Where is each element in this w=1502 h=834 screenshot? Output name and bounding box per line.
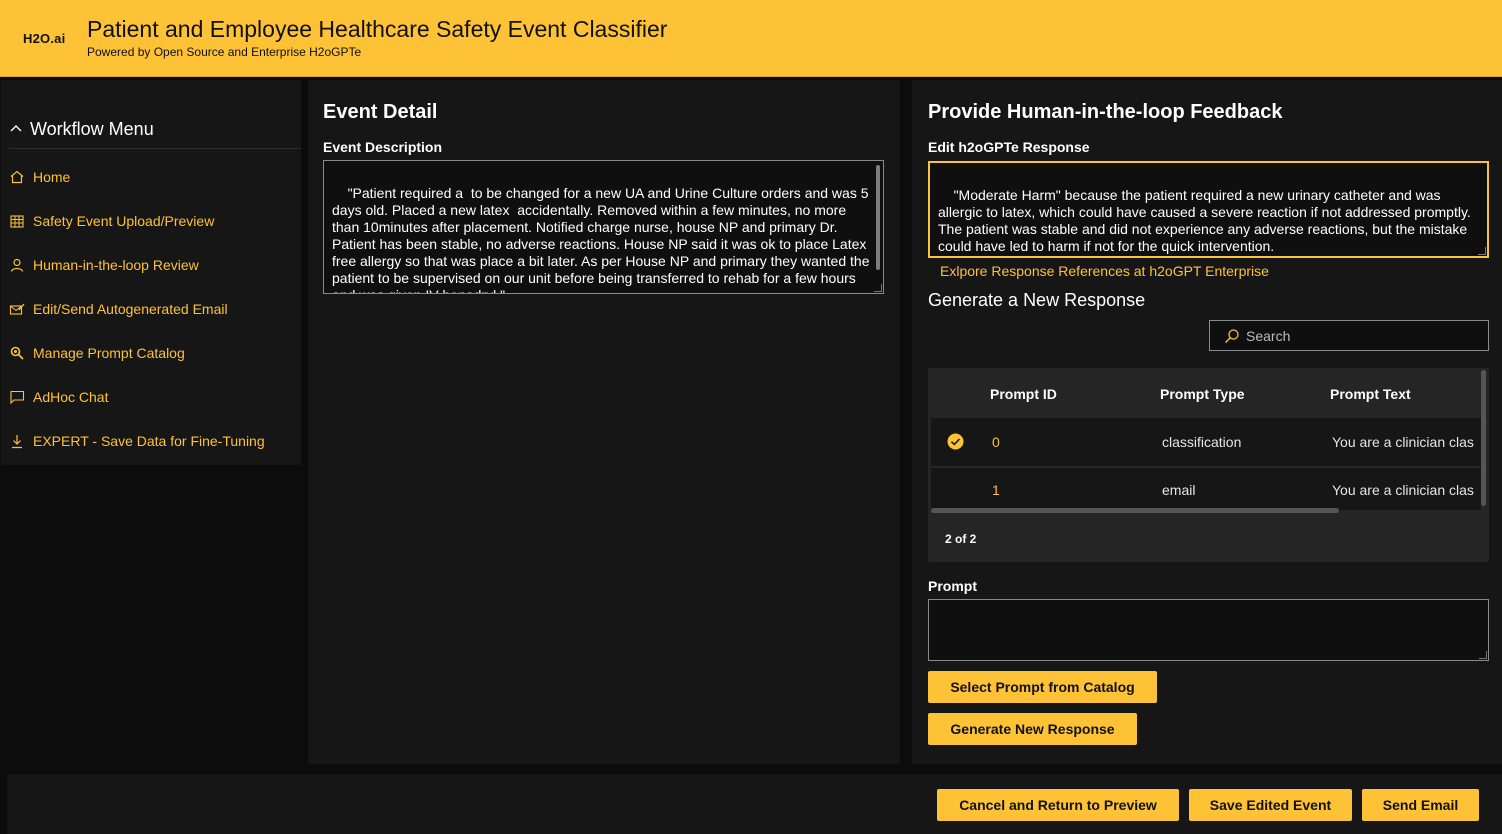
- search-placeholder: Search: [1246, 327, 1291, 344]
- search-gear-icon: [10, 346, 24, 360]
- search-icon: [1225, 328, 1239, 343]
- table-vertical-scrollbar[interactable]: [1481, 370, 1486, 506]
- event-description-text: "Patient required a to be changed for a …: [332, 185, 870, 293]
- prompt-search-input[interactable]: Search: [1209, 320, 1489, 351]
- prompt-type-cell: classification: [1162, 434, 1242, 450]
- sidebar-item-label: EXPERT - Save Data for Fine-Tuning: [33, 433, 265, 449]
- table-pager: 2 of 2: [945, 532, 977, 546]
- resize-grip-icon[interactable]: [874, 284, 882, 292]
- response-textarea[interactable]: "Moderate Harm" because the patient requ…: [928, 161, 1489, 258]
- menu-divider: [9, 148, 301, 149]
- event-detail-panel: Event Detail Event Description "Patient …: [308, 80, 900, 764]
- table-icon: [10, 215, 24, 228]
- feedback-panel: Provide Human-in-the-loop Feedback Edit …: [912, 80, 1502, 764]
- sidebar-item-expert-save-data[interactable]: EXPERT - Save Data for Fine-Tuning: [9, 429, 294, 453]
- sidebar-item-home[interactable]: Home: [9, 165, 294, 189]
- column-header-prompt-text[interactable]: Prompt Text: [1330, 386, 1411, 402]
- new-response-heading: Generate a New Response: [928, 290, 1146, 310]
- textarea-scrollbar[interactable]: [876, 165, 880, 270]
- action-footer: Cancel and Return to Preview Save Edited…: [7, 774, 1502, 834]
- column-header-prompt-type[interactable]: Prompt Type: [1160, 386, 1245, 402]
- prompt-label: Prompt: [928, 578, 977, 594]
- chat-icon: [10, 390, 25, 405]
- prompt-table: Prompt ID Prompt Type Prompt Text 0 clas…: [928, 368, 1489, 562]
- home-icon: [10, 170, 24, 184]
- sidebar-item-safety-event-upload[interactable]: Safety Event Upload/Preview: [9, 209, 294, 233]
- table-row[interactable]: 0 classification You are a clinician cla…: [931, 418, 1481, 466]
- sidebar-item-label: Safety Event Upload/Preview: [33, 213, 215, 229]
- column-header-prompt-id[interactable]: Prompt ID: [990, 386, 1057, 402]
- app-title: Patient and Employee Healthcare Safety E…: [87, 16, 668, 42]
- event-description-label: Event Description: [323, 139, 443, 155]
- app-header: H2O.ai Patient and Employee Healthcare S…: [0, 0, 1502, 77]
- sidebar-item-edit-email[interactable]: Edit/Send Autogenerated Email: [9, 297, 294, 321]
- checkmark-circle-icon[interactable]: [947, 433, 964, 450]
- sidebar-item-label: Manage Prompt Catalog: [33, 345, 185, 361]
- sidebar-item-label: Edit/Send Autogenerated Email: [33, 301, 228, 317]
- edit-mail-icon: [9, 303, 25, 315]
- resize-grip-icon[interactable]: [1479, 651, 1487, 659]
- prompt-id-cell[interactable]: 0: [992, 434, 1000, 450]
- workflow-menu-title: Workflow Menu: [30, 118, 154, 139]
- prompt-textarea[interactable]: [928, 599, 1489, 661]
- resize-grip-icon[interactable]: [1478, 247, 1486, 255]
- app-subtitle: Powered by Open Source and Enterprise H2…: [87, 45, 362, 59]
- response-text: "Moderate Harm" because the patient requ…: [938, 187, 1475, 254]
- table-horizontal-scrollbar[interactable]: [931, 508, 1339, 513]
- save-edited-event-button[interactable]: Save Edited Event: [1189, 789, 1352, 821]
- prompt-type-cell: email: [1162, 482, 1196, 498]
- sidebar-item-label: Home: [33, 169, 71, 185]
- send-email-button[interactable]: Send Email: [1362, 789, 1479, 821]
- cancel-return-button[interactable]: Cancel and Return to Preview: [937, 789, 1179, 821]
- workflow-sidebar: Workflow Menu Home Safety Event Upload/P…: [1, 80, 301, 465]
- sidebar-item-adhoc-chat[interactable]: AdHoc Chat: [9, 385, 294, 409]
- response-label: Edit h2oGPTe Response: [928, 139, 1090, 155]
- feedback-title: Provide Human-in-the-loop Feedback: [928, 101, 1283, 123]
- prompt-text-cell: You are a clinician clas: [1332, 482, 1474, 498]
- table-row[interactable]: 1 email You are a clinician clas: [931, 468, 1481, 510]
- workflow-menu-toggle[interactable]: Workflow Menu: [9, 118, 154, 140]
- sidebar-item-label: Human-in-the-loop Review: [33, 257, 199, 273]
- select-prompt-button[interactable]: Select Prompt from Catalog: [928, 671, 1157, 703]
- h2o-logo[interactable]: H2O.ai: [23, 31, 65, 46]
- event-description-textarea[interactable]: "Patient required a to be changed for a …: [323, 160, 884, 294]
- sidebar-item-human-review[interactable]: Human-in-the-loop Review: [9, 253, 294, 277]
- person-icon: [10, 258, 24, 272]
- chevron-up-icon: [10, 125, 22, 132]
- sidebar-item-prompt-catalog[interactable]: Manage Prompt Catalog: [9, 341, 294, 365]
- sidebar-item-label: AdHoc Chat: [33, 389, 109, 405]
- response-references-link[interactable]: Exlpore Response References at h2oGPT En…: [940, 263, 1269, 279]
- generate-response-button[interactable]: Generate New Response: [928, 713, 1137, 745]
- event-detail-title: Event Detail: [323, 101, 438, 123]
- download-icon: [12, 435, 22, 449]
- prompt-id-cell[interactable]: 1: [992, 482, 1000, 498]
- prompt-text-cell: You are a clinician clas: [1332, 434, 1474, 450]
